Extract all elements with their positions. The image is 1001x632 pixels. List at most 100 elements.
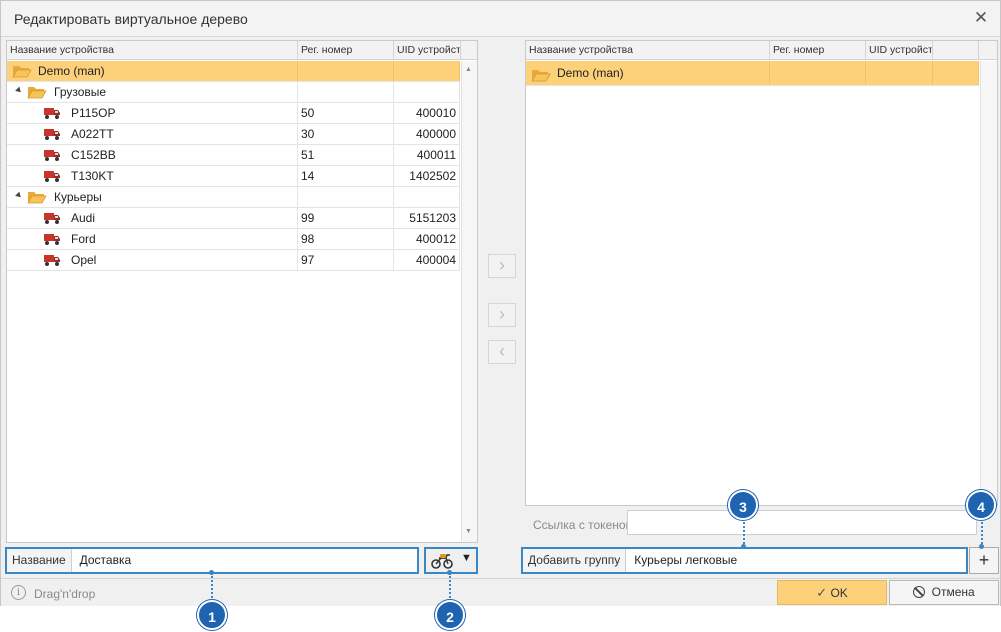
cancel-button[interactable]: Отмена xyxy=(889,580,999,605)
callout-4: 4 xyxy=(966,490,996,520)
move-left-button[interactable]: ‹ xyxy=(488,340,516,364)
drag-drop-hint: Drag'n'drop xyxy=(34,587,96,601)
tree-row-uid xyxy=(394,187,460,207)
tree-row-name: Audi xyxy=(71,211,96,225)
scroll-down-icon[interactable]: ▼ xyxy=(465,528,472,535)
column-header-device-uid[interactable]: UID устройства xyxy=(394,41,461,60)
scroll-up-icon[interactable]: ▲ xyxy=(465,66,472,73)
folder-open-icon xyxy=(27,85,47,102)
truck-icon xyxy=(43,127,61,144)
checkmark-icon: ✓ xyxy=(816,585,828,600)
tree-row-uid: 400012 xyxy=(394,229,460,249)
source-device-tree[interactable]: Название устройства Рег. номер UID устро… xyxy=(6,40,478,543)
tree-row-reg: 30 xyxy=(298,124,394,144)
collapse-arrow-icon[interactable] xyxy=(15,191,23,200)
tree-row-reg: 51 xyxy=(298,145,394,165)
tree-row-name: Opel xyxy=(71,253,97,267)
add-group-label: Добавить группу xyxy=(523,549,627,572)
tree-row[interactable]: P115OP 50 400010 xyxy=(7,103,460,124)
tree-row[interactable]: Audi 99 5151203 xyxy=(7,208,460,229)
cancel-label: Отмена xyxy=(931,585,975,599)
callout-2: 2 xyxy=(435,600,465,630)
folder-open-icon xyxy=(27,190,47,207)
truck-icon xyxy=(43,106,61,123)
column-header-reg-number[interactable]: Рег. номер xyxy=(298,41,394,60)
tree-row[interactable]: Курьеры xyxy=(7,187,460,208)
tree-row[interactable]: Грузовые xyxy=(7,82,460,103)
column-header-device-name[interactable]: Название устройства xyxy=(7,41,298,60)
tree-row-uid: 5151203 xyxy=(394,208,460,228)
token-link-row: Ссылка с токеном xyxy=(527,506,992,538)
tree-row-uid: 400010 xyxy=(394,103,460,123)
virtual-tree-row-name: Demo (man) xyxy=(557,66,624,80)
move-right-button[interactable]: › xyxy=(488,254,516,278)
column-header-reg-number[interactable]: Рег. номер xyxy=(770,41,866,60)
truck-icon xyxy=(43,148,61,165)
tree-row-name: Грузовые xyxy=(54,85,107,99)
tree-row[interactable]: A022TT 30 400000 xyxy=(7,124,460,145)
add-group-button[interactable]: + xyxy=(969,547,999,574)
tree-row-reg xyxy=(298,61,394,81)
add-group-input[interactable]: Курьеры легковые xyxy=(626,549,966,572)
callout-3: 3 xyxy=(728,490,758,520)
tree-row[interactable]: Demo (man) xyxy=(7,61,460,82)
truck-icon xyxy=(43,169,61,186)
column-header-device-name[interactable]: Название устройства xyxy=(526,41,770,60)
truck-icon xyxy=(43,232,61,249)
tree-row-reg: 98 xyxy=(298,229,394,249)
token-link-label: Ссылка с токеном xyxy=(533,518,634,532)
truck-icon xyxy=(43,211,61,228)
tree-row[interactable]: Opel 97 400004 xyxy=(7,250,460,271)
status-bar: i Drag'n'drop ✓ OK Отмена xyxy=(1,578,1000,606)
tree-row-name: T130KT xyxy=(71,169,114,183)
tree-row-uid: 400004 xyxy=(394,250,460,270)
chevron-down-icon: ▼ xyxy=(461,552,472,564)
column-header-device-uid[interactable]: UID устройства xyxy=(866,41,933,60)
close-icon[interactable]: ✕ xyxy=(972,9,990,27)
group-name-label: Название xyxy=(7,549,72,572)
tree-row-uid: 1402502 xyxy=(394,166,460,186)
dialog-title: Редактировать виртуальное дерево xyxy=(14,11,248,27)
column-header-extra[interactable] xyxy=(933,41,979,60)
callout-line-1 xyxy=(211,573,213,601)
motorcycle-icon xyxy=(431,551,453,572)
virtual-tree-grid[interactable]: Название устройства Рег. номер UID устро… xyxy=(525,40,998,506)
virtual-tree-row[interactable]: Demo (man) xyxy=(526,61,979,86)
token-link-input[interactable] xyxy=(627,510,977,535)
tree-row-reg xyxy=(298,82,394,102)
tree-row-name: C152BB xyxy=(71,148,116,162)
tree-row-name: Demo (man) xyxy=(38,64,105,78)
tree-row-name: P115OP xyxy=(71,106,116,120)
tree-row-reg: 97 xyxy=(298,250,394,270)
tree-row-name: Курьеры xyxy=(54,190,102,204)
edit-virtual-tree-dialog: Редактировать виртуальное дерево ✕ Назва… xyxy=(0,0,1001,606)
tree-row-reg: 99 xyxy=(298,208,394,228)
source-grid-header: Название устройства Рег. номер UID устро… xyxy=(7,41,477,60)
truck-icon xyxy=(43,253,61,270)
virtual-grid-scrollbar[interactable] xyxy=(980,61,997,505)
source-grid-scrollbar[interactable]: ▲ ▼ xyxy=(461,61,477,542)
tree-row-reg: 14 xyxy=(298,166,394,186)
tree-row-reg: 50 xyxy=(298,103,394,123)
tree-row[interactable]: C152BB 51 400011 xyxy=(7,145,460,166)
ok-label: OK xyxy=(830,586,848,600)
info-icon: i xyxy=(11,585,26,600)
callout-1: 1 xyxy=(197,600,227,630)
tree-row-uid xyxy=(394,61,460,81)
callout-dot-4 xyxy=(979,544,984,549)
tree-row-name: A022TT xyxy=(71,127,114,141)
tree-row-uid: 400000 xyxy=(394,124,460,144)
folder-open-icon xyxy=(12,64,32,81)
tree-row-name: Ford xyxy=(71,232,96,246)
callout-dot-3 xyxy=(741,544,746,549)
ok-button[interactable]: ✓ OK xyxy=(777,580,887,605)
move-right-alt-button[interactable]: › xyxy=(488,303,516,327)
group-name-input[interactable]: Доставка xyxy=(71,549,417,572)
tree-row[interactable]: T130KT 14 1402502 xyxy=(7,166,460,187)
add-group-field[interactable]: Добавить группу Курьеры легковые xyxy=(521,547,968,574)
collapse-arrow-icon[interactable] xyxy=(15,86,23,95)
tree-row-uid xyxy=(394,82,460,102)
virtual-grid-header: Название устройства Рег. номер UID устро… xyxy=(526,41,997,60)
callout-dot-2 xyxy=(447,570,452,575)
tree-row[interactable]: Ford 98 400012 xyxy=(7,229,460,250)
